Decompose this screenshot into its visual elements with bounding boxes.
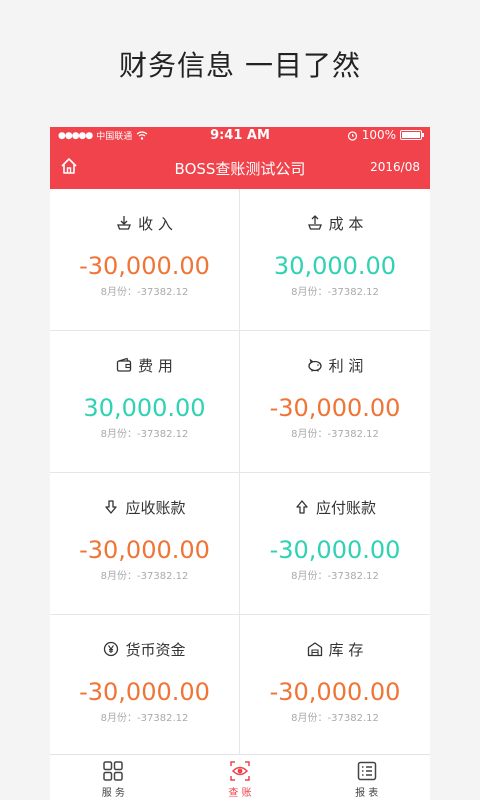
tab-audit[interactable]: 查 账 bbox=[177, 755, 304, 800]
card-subtext: 8月份：-37382.12 bbox=[291, 571, 379, 582]
card-inventory[interactable]: 库 存 -30,000.00 8月份：-37382.12 bbox=[240, 615, 430, 757]
period-selector[interactable]: 2016/08 bbox=[370, 160, 420, 174]
card-subtext: 8月份：-37382.12 bbox=[291, 713, 379, 724]
tab-bar: 服 务 查 账 报 表 bbox=[50, 754, 430, 800]
phone-screen: ●●●●● 中国联通 9:41 AM 100% BOSS查账测试公司 2016/… bbox=[50, 127, 430, 800]
tab-label: 报 表 bbox=[355, 788, 379, 799]
tab-service[interactable]: 服 务 bbox=[50, 755, 177, 800]
card-subtext: 8月份：-37382.12 bbox=[291, 429, 379, 440]
card-income[interactable]: 收 入 -30,000.00 8月份：-37382.12 bbox=[50, 189, 240, 331]
card-subtext: 8月份：-37382.12 bbox=[100, 713, 189, 724]
receivable-icon bbox=[105, 500, 118, 514]
card-subtext: 8月份：-37382.12 bbox=[100, 287, 189, 298]
card-amount: 30,000.00 bbox=[83, 394, 206, 422]
card-cost[interactable]: 成 本 30,000.00 8月份：-37382.12 bbox=[240, 189, 430, 331]
nav-bar: BOSS查账测试公司 2016/08 bbox=[50, 145, 430, 189]
top-bar: ●●●●● 中国联通 9:41 AM 100% BOSS查账测试公司 2016/… bbox=[50, 127, 430, 189]
piggy-bank-icon bbox=[307, 358, 322, 372]
alarm-icon bbox=[347, 130, 357, 141]
status-bar: ●●●●● 中国联通 9:41 AM 100% bbox=[50, 127, 430, 145]
card-subtext: 8月份：-37382.12 bbox=[100, 571, 189, 582]
card-expense[interactable]: 费 用 30,000.00 8月份：-37382.12 bbox=[50, 331, 240, 473]
card-amount: -30,000.00 bbox=[269, 678, 401, 706]
card-label: 成 本 bbox=[328, 214, 364, 233]
tab-reports[interactable]: 报 表 bbox=[303, 755, 430, 800]
card-amount: -30,000.00 bbox=[79, 252, 210, 280]
card-subtext: 8月份：-37382.12 bbox=[291, 287, 379, 298]
card-label: 应收账款 bbox=[125, 498, 186, 517]
card-amount: -30,000.00 bbox=[79, 536, 210, 564]
card-amount: 30,000.00 bbox=[273, 252, 397, 280]
card-profit[interactable]: 利 润 -30,000.00 8月份：-37382.12 bbox=[240, 331, 430, 473]
list-icon bbox=[357, 761, 376, 781]
card-amount: -30,000.00 bbox=[269, 536, 401, 564]
tab-label: 查 账 bbox=[228, 788, 252, 799]
finance-grid: 收 入 -30,000.00 8月份：-37382.12 成 本 30,000.… bbox=[50, 189, 430, 757]
card-payable[interactable]: 应付账款 -30,000.00 8月份：-37382.12 bbox=[240, 473, 430, 615]
yen-coin-icon bbox=[104, 641, 119, 657]
card-amount: -30,000.00 bbox=[79, 678, 210, 706]
tab-label: 服 务 bbox=[101, 788, 125, 799]
card-amount: -30,000.00 bbox=[269, 394, 401, 422]
card-label: 货币资金 bbox=[125, 640, 186, 659]
income-icon bbox=[117, 216, 132, 230]
payable-icon bbox=[296, 500, 308, 514]
promo-headline: 财务信息 一目了然 bbox=[119, 49, 361, 82]
card-label: 库 存 bbox=[328, 640, 364, 659]
battery-percent: 100% bbox=[361, 128, 396, 142]
card-subtext: 8月份：-37382.12 bbox=[100, 429, 189, 440]
card-label: 应付账款 bbox=[315, 498, 376, 517]
card-label: 收 入 bbox=[138, 214, 173, 233]
card-label: 利 润 bbox=[328, 356, 364, 375]
battery-level bbox=[402, 132, 420, 138]
card-receivable[interactable]: 应收账款 -30,000.00 8月份：-37382.12 bbox=[50, 473, 240, 615]
warehouse-icon bbox=[307, 642, 322, 657]
battery-icon bbox=[400, 130, 424, 140]
card-cash[interactable]: 货币资金 -30,000.00 8月份：-37382.12 bbox=[50, 615, 240, 757]
cost-icon bbox=[307, 215, 322, 230]
card-label: 费 用 bbox=[138, 356, 173, 375]
eye-icon bbox=[230, 761, 250, 781]
wallet-icon bbox=[116, 357, 132, 372]
grid-icon bbox=[103, 761, 124, 781]
